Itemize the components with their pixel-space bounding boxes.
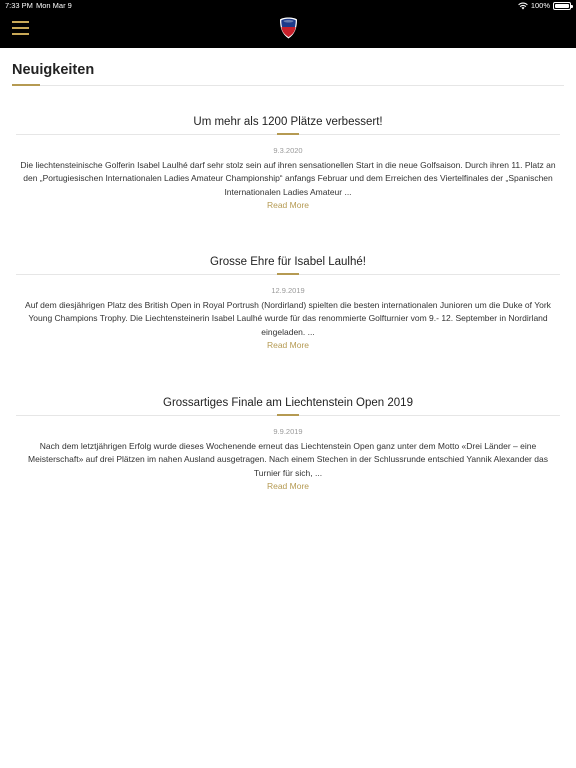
article-divider [16, 414, 560, 416]
news-article: Grosse Ehre für Isabel Laulhé! 12.9.2019… [16, 254, 560, 352]
article-excerpt: Auf dem diesjährigen Platz des British O… [16, 299, 560, 352]
article-title[interactable]: Grosse Ehre für Isabel Laulhé! [16, 254, 560, 270]
status-right: 100% [518, 1, 573, 10]
article-date: 9.3.2020 [273, 146, 303, 155]
battery-icon [553, 1, 573, 10]
read-more-link[interactable]: Read More [267, 199, 309, 212]
article-excerpt-text: Die liechtensteinische Golferin Isabel L… [20, 160, 556, 197]
hamburger-menu-icon[interactable] [12, 21, 29, 35]
title-divider [12, 85, 564, 86]
wifi-icon [518, 2, 528, 9]
article-excerpt-text: Nach dem letztjährigen Erfolg wurde dies… [28, 441, 548, 478]
article-title[interactable]: Um mehr als 1200 Plätze verbessert! [16, 114, 560, 130]
article-date: 12.9.2019 [271, 286, 305, 295]
article-date: 9.9.2019 [273, 427, 303, 436]
article-excerpt-text: Auf dem diesjährigen Platz des British O… [25, 300, 551, 337]
status-time: 7:33 PM [5, 1, 33, 10]
article-title[interactable]: Grossartiges Finale am Liechtenstein Ope… [16, 395, 560, 411]
title-accent-bar [12, 84, 40, 86]
article-divider [16, 273, 560, 275]
article-excerpt: Nach dem letztjährigen Erfolg wurde dies… [16, 440, 560, 493]
shield-logo-icon[interactable] [279, 17, 298, 39]
status-bar: 7:33 PM Mon Mar 9 100% [0, 0, 576, 12]
news-article: Um mehr als 1200 Plätze verbessert! 9.3.… [16, 114, 560, 212]
read-more-link[interactable]: Read More [267, 480, 309, 493]
status-date: Mon Mar 9 [36, 1, 72, 10]
top-navigation-bar: 7:33 PM Mon Mar 9 100% [0, 0, 576, 48]
article-excerpt: Die liechtensteinische Golferin Isabel L… [16, 159, 560, 212]
page-title: Neuigkeiten [12, 62, 95, 78]
read-more-link[interactable]: Read More [267, 339, 309, 352]
news-article: Grossartiges Finale am Liechtenstein Ope… [16, 395, 560, 493]
article-divider [16, 133, 560, 135]
battery-percentage: 100% [530, 1, 550, 10]
